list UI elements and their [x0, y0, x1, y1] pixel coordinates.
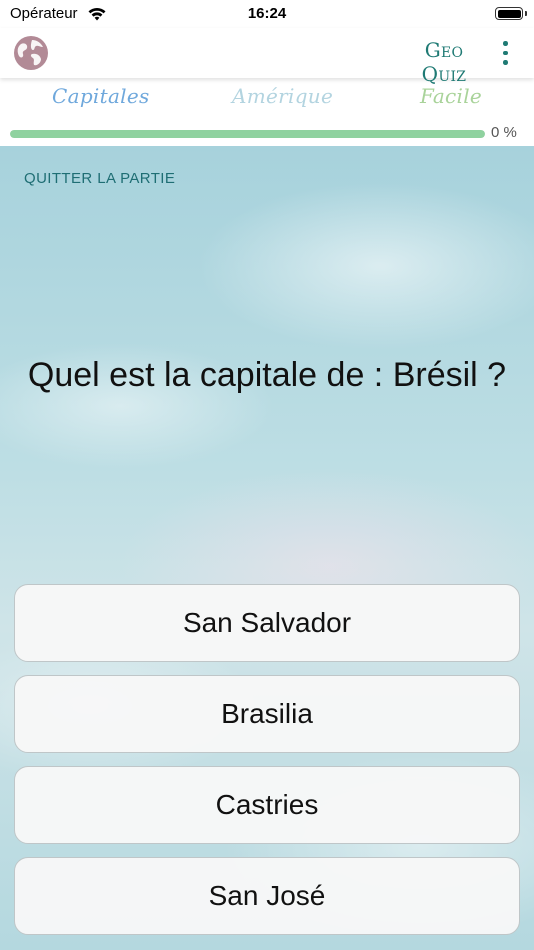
category-label: Capitales — [52, 84, 150, 108]
game-area: QUITTER LA PARTIE Quel est la capitale d… — [0, 146, 534, 950]
globe-icon[interactable] — [12, 34, 50, 72]
quit-game-button[interactable]: QUITTER LA PARTIE — [24, 170, 175, 187]
progress-fill — [10, 130, 485, 138]
progress-label: 0 % — [491, 124, 517, 141]
battery-icon — [495, 7, 523, 20]
difficulty-label: Facile — [420, 84, 483, 108]
clock: 16:24 — [247, 5, 287, 22]
question-text: Quel est la capitale de : Brésil ? — [27, 356, 507, 394]
app-title: Geo Quiz — [421, 38, 467, 86]
progress-bar — [10, 130, 485, 138]
answer-button-4[interactable]: San José — [14, 857, 520, 935]
region-label: Amérique — [232, 84, 334, 108]
nav-bar: Geo Quiz — [0, 28, 534, 86]
answer-button-2[interactable]: Brasilia — [14, 675, 520, 753]
status-bar: Opérateur 16:24 — [0, 0, 534, 28]
battery-cap — [525, 11, 527, 16]
answer-button-1[interactable]: San Salvador — [14, 584, 520, 662]
more-vertical-icon[interactable] — [496, 39, 514, 67]
answer-button-3[interactable]: Castries — [14, 766, 520, 844]
quiz-header: Capitales Amérique Facile 0 % — [0, 78, 534, 146]
